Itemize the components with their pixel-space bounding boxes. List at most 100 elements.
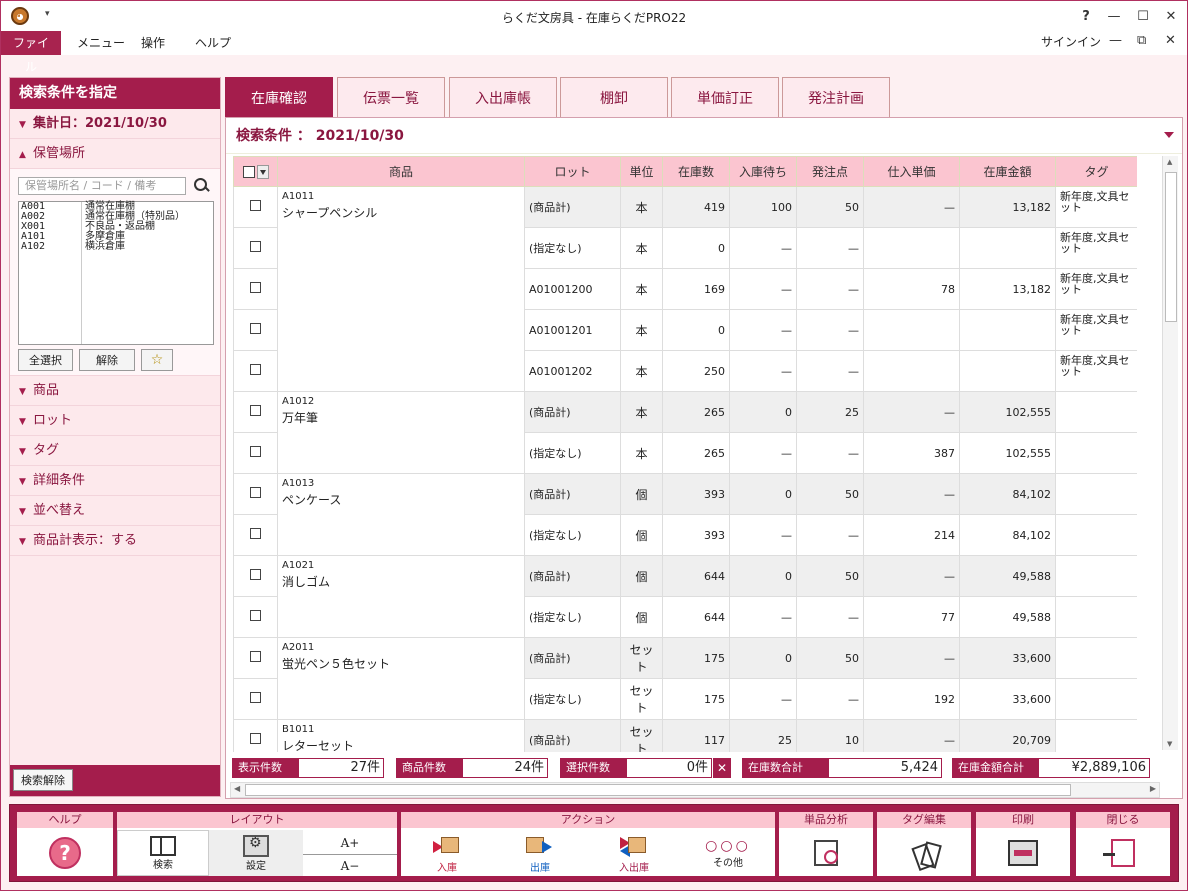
row-checkbox-cell[interactable] <box>233 268 278 310</box>
minimize-button[interactable]: — <box>1102 5 1126 27</box>
other-button[interactable]: ○○○ その他 <box>681 830 775 876</box>
sub-close-button[interactable]: ✕ <box>1165 33 1176 48</box>
tab-price-fix[interactable]: 単価訂正 <box>671 77 779 118</box>
chevron-down-icon[interactable] <box>1164 132 1174 138</box>
close-window-button[interactable]: ✕ <box>1159 5 1183 27</box>
table-row[interactable]: A2011 蛍光ペン５色セット (商品計) セット 175 0 50—33,600 <box>233 637 1137 720</box>
release-button[interactable]: 解除 <box>79 349 135 371</box>
column-header[interactable]: 入庫待ち <box>729 156 797 187</box>
tab-inout-ledger[interactable]: 入出庫帳 <box>449 77 557 118</box>
row-checkbox[interactable] <box>250 200 261 211</box>
row-checkbox-cell[interactable] <box>233 350 278 392</box>
out-button[interactable]: 出庫 <box>493 830 587 876</box>
print-button[interactable] <box>976 830 1070 876</box>
search-layout-button[interactable]: 検索 <box>117 830 209 876</box>
row-checkbox[interactable] <box>250 733 261 744</box>
in-button[interactable]: 入庫 <box>401 830 493 876</box>
close-button[interactable] <box>1076 830 1170 876</box>
table-row[interactable]: B1011 レターセット (商品計) セット 117 25 10—20,709 <box>233 719 1137 752</box>
clear-search-button[interactable]: 検索解除 <box>13 769 73 791</box>
sub-restore-button[interactable]: ⧉ <box>1137 33 1146 48</box>
scroll-down-icon[interactable]: ▼ <box>1167 740 1172 748</box>
tab-slip-list[interactable]: 伝票一覧 <box>337 77 445 118</box>
row-checkbox-cell[interactable] <box>233 432 278 474</box>
section-product[interactable]: ▼ 商品 <box>10 376 220 406</box>
row-checkbox[interactable] <box>250 446 261 457</box>
menu-operation[interactable]: 操作 <box>131 31 175 55</box>
inout-button[interactable]: 入出庫 <box>587 830 681 876</box>
font-down-button[interactable]: A− <box>303 854 397 876</box>
row-checkbox-cell[interactable] <box>233 309 278 351</box>
table-row[interactable]: A1012 万年筆 (商品計) 本 265 0 25—102,555 <box>233 391 1137 474</box>
column-header[interactable]: 単位 <box>620 156 663 187</box>
section-date[interactable]: ▼ 集計日：2021/10/30 <box>10 109 220 139</box>
table-row[interactable]: A1013 ペンケース (商品計) 個 393 0 50—84,102 <box>233 473 1137 556</box>
row-checkbox[interactable] <box>250 610 261 621</box>
column-header[interactable]: 在庫数 <box>662 156 730 187</box>
section-lot[interactable]: ▼ ロット <box>10 406 220 436</box>
row-checkbox[interactable] <box>250 364 261 375</box>
column-header[interactable]: 在庫金額 <box>959 156 1056 187</box>
tab-stock-check[interactable]: 在庫確認 <box>225 77 333 118</box>
select-all-header[interactable] <box>233 156 278 187</box>
row-checkbox-cell[interactable] <box>233 555 278 597</box>
scroll-thumb[interactable] <box>245 784 1071 796</box>
row-checkbox[interactable] <box>250 692 261 703</box>
location-search-input[interactable]: 保管場所名 / コード / 備考 <box>18 177 186 195</box>
section-sort[interactable]: ▼ 並べ替え <box>10 496 220 526</box>
sub-minimize-button[interactable]: — <box>1109 33 1122 48</box>
tab-inventory[interactable]: 棚卸 <box>560 77 668 118</box>
row-checkbox-cell[interactable] <box>233 678 278 720</box>
font-up-button[interactable]: A+ <box>303 832 397 854</box>
menu-menu[interactable]: メニュー <box>67 31 135 55</box>
table-row[interactable]: A1011 シャープペンシル (商品計) 本 419 100 50—13,182 新年度,文具… <box>233 186 1137 392</box>
select-all-button[interactable]: 全選択 <box>18 349 73 371</box>
row-checkbox-cell[interactable] <box>233 391 278 433</box>
row-checkbox[interactable] <box>250 487 261 498</box>
row-checkbox-cell[interactable] <box>233 227 278 269</box>
column-header[interactable]: ロット <box>524 156 621 187</box>
row-checkbox[interactable] <box>250 528 261 539</box>
search-icon[interactable] <box>194 178 210 194</box>
chevron-down-icon[interactable] <box>256 164 269 179</box>
scroll-left-icon[interactable]: ◀ <box>234 784 240 793</box>
column-header[interactable]: 商品 <box>277 156 525 187</box>
scroll-thumb[interactable] <box>1165 172 1177 322</box>
column-header[interactable]: タグ <box>1055 156 1137 187</box>
maximize-button[interactable]: ☐ <box>1131 5 1155 27</box>
section-product-total[interactable]: ▼ 商品計表示：する <box>10 526 220 556</box>
row-checkbox-cell[interactable] <box>233 514 278 556</box>
table-row[interactable]: A1021 消しゴム (商品計) 個 644 0 50—49,588 <box>233 555 1137 638</box>
signin-link[interactable]: サインイン <box>1041 33 1101 50</box>
column-header[interactable]: 発注点 <box>796 156 864 187</box>
row-checkbox-cell[interactable] <box>233 719 278 752</box>
row-checkbox[interactable] <box>250 323 261 334</box>
clear-selection-icon[interactable]: ✕ <box>713 758 731 778</box>
vertical-scrollbar[interactable]: ▲ ▼ <box>1162 156 1178 750</box>
row-checkbox-cell[interactable] <box>233 637 278 679</box>
section-location[interactable]: ▲ 保管場所 <box>10 139 220 169</box>
scroll-right-icon[interactable]: ▶ <box>1150 784 1156 793</box>
header-checkbox[interactable] <box>242 165 255 178</box>
help-window-button[interactable]: ? <box>1074 5 1098 27</box>
row-checkbox-cell[interactable] <box>233 186 278 228</box>
tag-edit-button[interactable] <box>877 830 971 876</box>
scroll-up-icon[interactable]: ▲ <box>1167 158 1172 166</box>
row-checkbox[interactable] <box>250 405 261 416</box>
row-checkbox[interactable] <box>250 569 261 580</box>
settings-layout-button[interactable]: 設定 <box>209 830 303 876</box>
analysis-button[interactable] <box>779 830 873 876</box>
location-list[interactable]: A001 通常在庫棚 A002 通常在庫棚（特別品） X001 不良品・返品棚 A10… <box>18 201 214 345</box>
tab-order-plan[interactable]: 発注計画 <box>782 77 890 118</box>
list-item[interactable]: A102 横浜倉庫 <box>19 242 213 252</box>
menu-help[interactable]: ヘルプ <box>185 31 241 55</box>
column-header[interactable]: 仕入単価 <box>863 156 960 187</box>
row-checkbox-cell[interactable] <box>233 473 278 515</box>
row-checkbox[interactable] <box>250 651 261 662</box>
section-detail[interactable]: ▼ 詳細条件 <box>10 466 220 496</box>
star-icon[interactable]: ☆ <box>141 349 173 371</box>
menu-file[interactable]: ファイル <box>1 31 61 74</box>
row-checkbox[interactable] <box>250 282 261 293</box>
section-tag[interactable]: ▼ タグ <box>10 436 220 466</box>
row-checkbox-cell[interactable] <box>233 596 278 638</box>
